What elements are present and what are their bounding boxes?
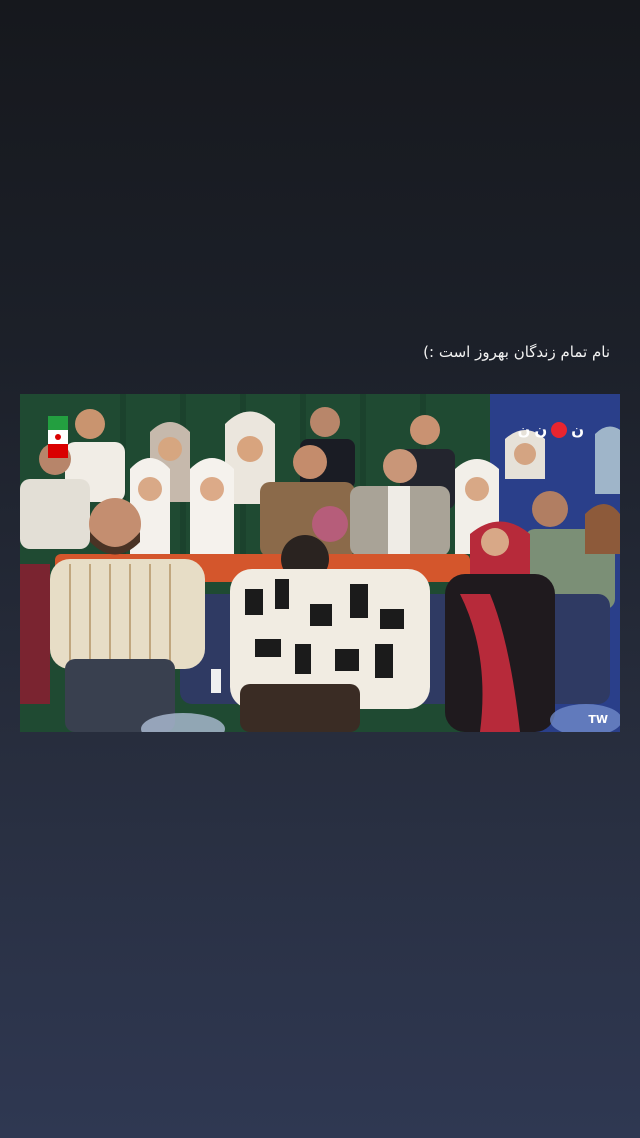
logo-letter-3: ن <box>571 421 584 439</box>
logo-letter-2: ن <box>534 421 548 439</box>
logo-letter-1: ن <box>517 421 531 439</box>
channel-logo: ن ن ن <box>518 421 584 439</box>
watermark-tw: TW <box>588 713 608 726</box>
tv-studio-scene <box>20 394 620 732</box>
logo-red-dot <box>551 422 568 438</box>
story-caption: نام تمام زندگان بهروز است :) <box>423 343 610 361</box>
video-frame[interactable]: ن ن ن TW <box>20 394 620 732</box>
iran-flag-icon <box>48 416 68 460</box>
